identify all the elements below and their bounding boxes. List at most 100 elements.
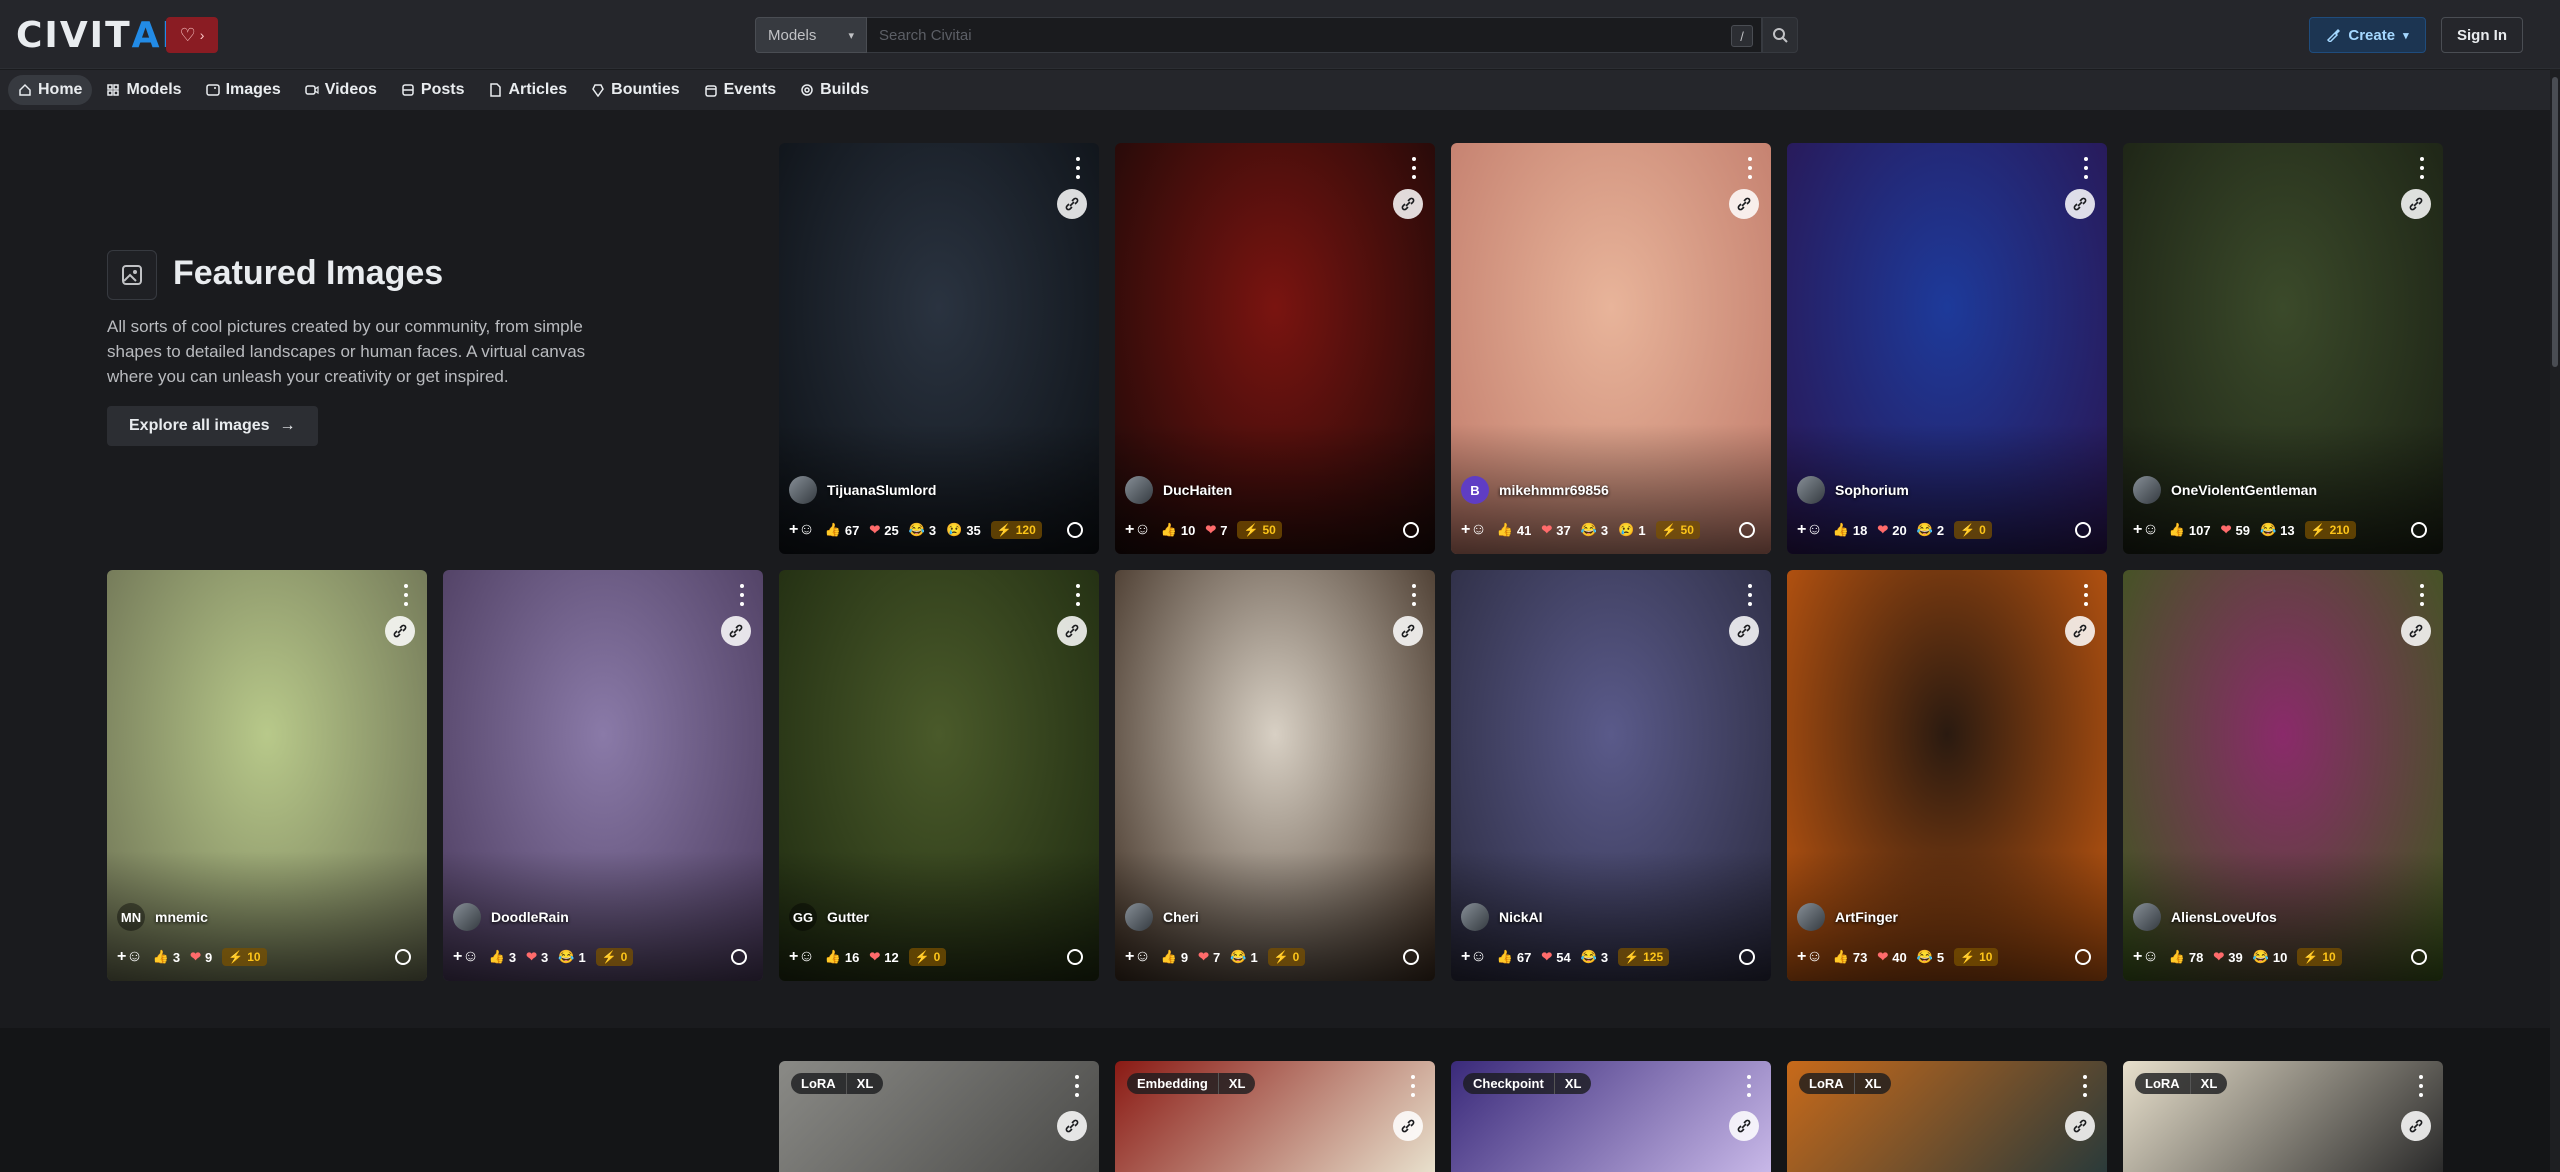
- heart-count[interactable]: ❤ 7: [1198, 949, 1220, 965]
- more-options-button[interactable]: [1411, 584, 1417, 606]
- remix-button[interactable]: [1729, 616, 1759, 646]
- laugh-count[interactable]: 😂 1: [1230, 949, 1257, 965]
- more-options-button[interactable]: [1747, 157, 1753, 179]
- add-reaction-button[interactable]: +☺: [453, 948, 479, 966]
- remix-button[interactable]: [385, 616, 415, 646]
- info-icon[interactable]: [1403, 949, 1419, 965]
- add-reaction-button[interactable]: +☺: [1125, 948, 1151, 966]
- like-count[interactable]: 👍 9: [1161, 949, 1188, 965]
- nav-item-home[interactable]: Home: [8, 75, 93, 105]
- username[interactable]: TijuanaSlumlord: [827, 482, 936, 498]
- buzz-tip-count[interactable]: ⚡ 10: [1954, 948, 1999, 966]
- page-scrollbar[interactable]: [2550, 69, 2560, 1172]
- info-icon[interactable]: [1739, 949, 1755, 965]
- add-reaction-button[interactable]: +☺: [789, 521, 815, 539]
- more-options-button[interactable]: [2419, 584, 2425, 606]
- buzz-tip-count[interactable]: ⚡ 125: [1618, 948, 1670, 966]
- nav-item-bounties[interactable]: Bounties: [581, 75, 689, 105]
- laugh-count[interactable]: 😂 3: [1581, 949, 1608, 965]
- more-options-button[interactable]: [2083, 1075, 2089, 1097]
- avatar[interactable]: [1125, 476, 1153, 504]
- search-input[interactable]: Search Civitai /: [867, 17, 1762, 53]
- buzz-tip-count[interactable]: ⚡ 0: [1267, 948, 1306, 966]
- image-card[interactable]: AliensLoveUfos +☺ 👍 78 ❤ 39 😂 10 ⚡ 10: [2123, 570, 2443, 981]
- buzz-tip-count[interactable]: ⚡ 0: [1954, 521, 1992, 539]
- remix-button[interactable]: [2065, 616, 2095, 646]
- model-card[interactable]: Embedding XL: [1115, 1061, 1435, 1172]
- add-reaction-button[interactable]: +☺: [789, 948, 815, 966]
- add-reaction-button[interactable]: +☺: [117, 948, 143, 966]
- avatar[interactable]: [1461, 903, 1489, 931]
- image-card[interactable]: OneViolentGentleman +☺ 👍 107 ❤ 59 😂 13 ⚡ 210: [2123, 143, 2443, 554]
- buzz-tip-count[interactable]: ⚡ 10: [222, 948, 267, 966]
- avatar[interactable]: GG: [789, 903, 817, 931]
- heart-count[interactable]: ❤ 40: [1877, 949, 1906, 965]
- nav-item-posts[interactable]: Posts: [391, 75, 475, 105]
- laugh-count[interactable]: 😂 3: [909, 522, 936, 538]
- like-count[interactable]: 👍 3: [153, 949, 180, 965]
- remix-button[interactable]: [1057, 189, 1087, 219]
- add-reaction-button[interactable]: +☺: [1461, 948, 1487, 966]
- support-button[interactable]: ♡ ›: [166, 17, 218, 53]
- card-user[interactable]: GG Gutter: [789, 903, 869, 931]
- remix-button[interactable]: [1393, 1111, 1423, 1141]
- explore-images-button[interactable]: Explore all images →: [107, 406, 318, 446]
- like-count[interactable]: 👍 67: [1497, 949, 1532, 965]
- more-options-button[interactable]: [1075, 157, 1081, 179]
- buzz-tip-count[interactable]: ⚡ 0: [908, 948, 947, 966]
- avatar[interactable]: B: [1461, 476, 1489, 504]
- heart-count[interactable]: ❤ 39: [2213, 949, 2242, 965]
- like-count[interactable]: 👍 107: [2169, 522, 2211, 538]
- info-icon[interactable]: [1739, 522, 1755, 538]
- search-button[interactable]: [1762, 17, 1798, 53]
- image-card[interactable]: MN mnemic +☺ 👍 3 ❤ 9 ⚡ 10: [107, 570, 427, 981]
- remix-button[interactable]: [2065, 1111, 2095, 1141]
- buzz-tip-count[interactable]: ⚡ 210: [2304, 521, 2356, 539]
- like-count[interactable]: 👍 78: [2169, 949, 2204, 965]
- search-type-select[interactable]: Models ▾: [755, 17, 867, 53]
- username[interactable]: OneViolentGentleman: [2171, 482, 2317, 498]
- image-card[interactable]: NickAI +☺ 👍 67 ❤ 54 😂 3 ⚡ 125: [1451, 570, 1771, 981]
- username[interactable]: NickAI: [1499, 909, 1543, 925]
- card-user[interactable]: Sophorium: [1797, 476, 1909, 504]
- remix-button[interactable]: [2401, 189, 2431, 219]
- laugh-count[interactable]: 😂 2: [1917, 522, 1944, 538]
- card-user[interactable]: MN mnemic: [117, 903, 208, 931]
- add-reaction-button[interactable]: +☺: [2133, 948, 2159, 966]
- sign-in-button[interactable]: Sign In: [2441, 17, 2523, 53]
- remix-button[interactable]: [2065, 189, 2095, 219]
- heart-count[interactable]: ❤ 37: [1541, 522, 1570, 538]
- username[interactable]: DoodleRain: [491, 909, 569, 925]
- civitai-logo[interactable]: CIVIT AI: [16, 15, 177, 56]
- avatar[interactable]: [1125, 903, 1153, 931]
- image-card[interactable]: GG Gutter +☺ 👍 16 ❤ 12 ⚡ 0: [779, 570, 1099, 981]
- info-icon[interactable]: [2411, 522, 2427, 538]
- info-icon[interactable]: [2411, 949, 2427, 965]
- laugh-count[interactable]: 😂 3: [1581, 522, 1608, 538]
- cry-count[interactable]: 😢 35: [946, 522, 981, 538]
- remix-button[interactable]: [2401, 1111, 2431, 1141]
- card-user[interactable]: DucHaiten: [1125, 476, 1232, 504]
- add-reaction-button[interactable]: +☺: [1461, 521, 1487, 539]
- info-icon[interactable]: [2075, 522, 2091, 538]
- card-user[interactable]: DoodleRain: [453, 903, 569, 931]
- remix-button[interactable]: [1057, 1111, 1087, 1141]
- add-reaction-button[interactable]: +☺: [1797, 521, 1823, 539]
- model-card[interactable]: LoRA XL: [779, 1061, 1099, 1172]
- username[interactable]: mikehmmr69856: [1499, 482, 1609, 498]
- nav-item-models[interactable]: Models: [96, 75, 191, 105]
- avatar[interactable]: [789, 476, 817, 504]
- more-options-button[interactable]: [1411, 1075, 1417, 1097]
- avatar[interactable]: [453, 903, 481, 931]
- add-reaction-button[interactable]: +☺: [1797, 948, 1823, 966]
- like-count[interactable]: 👍 67: [825, 522, 860, 538]
- remix-button[interactable]: [2401, 616, 2431, 646]
- username[interactable]: ArtFinger: [1835, 909, 1898, 925]
- more-options-button[interactable]: [2419, 1075, 2425, 1097]
- nav-item-images[interactable]: Images: [196, 75, 291, 105]
- like-count[interactable]: 👍 18: [1833, 522, 1868, 538]
- model-card[interactable]: LoRA XL: [1787, 1061, 2107, 1172]
- card-user[interactable]: Cheri: [1125, 903, 1199, 931]
- laugh-count[interactable]: 😂 13: [2260, 522, 2295, 538]
- image-card[interactable]: DoodleRain +☺ 👍 3 ❤ 3 😂 1 ⚡ 0: [443, 570, 763, 981]
